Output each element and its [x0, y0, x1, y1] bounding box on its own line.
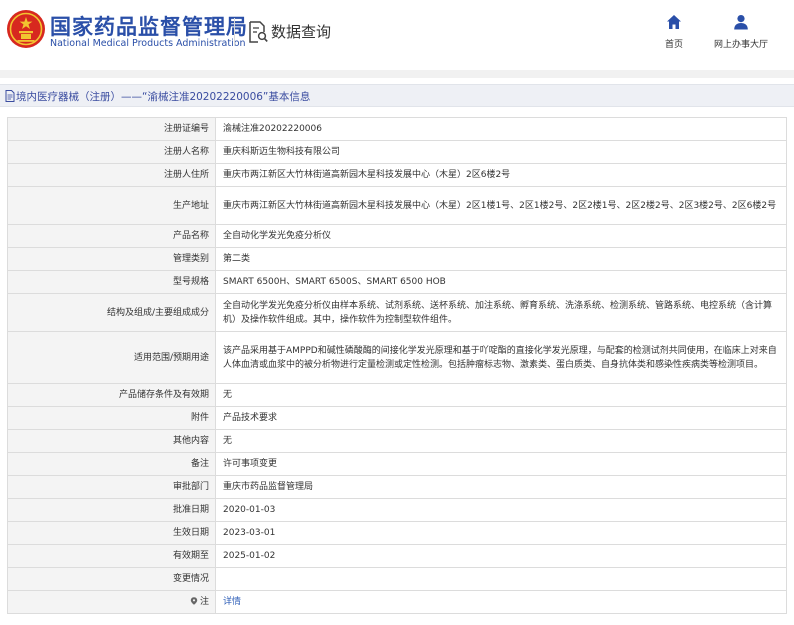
registration-info-table: 注册证编号 渝械注准20202220006 注册人名称 重庆科斯迈生物科技有限公… [7, 117, 787, 614]
table-row: 注 详情 [7, 590, 787, 614]
nav-online-service-button[interactable]: 网上办事大厅 [706, 14, 776, 54]
page-title: 境内医疗器械（注册）——“渝械注准20202220006”基本信息 [16, 91, 311, 103]
details-link[interactable]: 详情 [223, 597, 241, 607]
field-value: 许可事项变更 [215, 452, 787, 476]
marker-icon [190, 597, 198, 605]
table-row: 产品名称 全自动化学发光免疫分析仪 [7, 224, 787, 248]
section-title: 数据查询 [271, 23, 332, 41]
table-row: 生效日期 2023-03-01 [7, 521, 787, 545]
field-value: 第二类 [215, 247, 787, 271]
national-emblem-icon [7, 10, 45, 48]
note-label: 注 [199, 597, 209, 607]
document-search-icon [249, 21, 268, 43]
nav-home-button[interactable]: 首页 [654, 14, 694, 54]
table-row: 生产地址 重庆市两江新区大竹林街道高新园木星科技发展中心（木星）2区1楼1号、2… [7, 186, 787, 225]
home-icon [667, 15, 681, 29]
field-value: 产品技术要求 [215, 406, 787, 430]
document-icon [5, 90, 15, 102]
field-label: 注册证编号 [7, 117, 216, 141]
field-label: 适用范围/预期用途 [7, 331, 216, 384]
site-header: 国家药品监督管理局 National Medical Products Admi… [0, 0, 794, 66]
field-value: 2025-01-02 [215, 544, 787, 568]
table-row: 结构及组成/主要组成成分 全自动化学发光免疫分析仪由样本系统、试剂系统、送杯系统… [7, 293, 787, 332]
field-label: 产品名称 [7, 224, 216, 248]
field-value: 该产品采用基于AMPPD和碱性磷酸酶的间接化学发光原理和基于吖啶酯的直接化学发光… [215, 331, 787, 384]
nav-online-label: 网上办事大厅 [713, 40, 768, 50]
field-label: 结构及组成/主要组成成分 [7, 293, 216, 332]
field-label: 附件 [7, 406, 216, 430]
field-value: 2023-03-01 [215, 521, 787, 545]
field-value: 重庆市两江新区大竹林街道高新园木星科技发展中心（木星）2区1楼1号、2区1楼2号… [215, 186, 787, 225]
field-value: 无 [215, 429, 787, 453]
field-label: 管理类别 [7, 247, 216, 271]
field-label: 型号规格 [7, 270, 216, 294]
header-band [0, 70, 794, 78]
record-title-bar: 境内医疗器械（注册）——“渝械注准20202220006”基本信息 [0, 84, 794, 107]
user-icon [734, 15, 748, 30]
table-row: 批准日期 2020-01-03 [7, 498, 787, 522]
field-label: 注 [7, 590, 216, 614]
org-name-cn: 国家药品监督管理局 [50, 15, 248, 39]
field-value: 无 [215, 383, 787, 407]
table-row: 注册人住所 重庆市两江新区大竹林街道高新园木星科技发展中心（木星）2区6楼2号 [7, 163, 787, 187]
field-label: 注册人住所 [7, 163, 216, 187]
table-row: 产品储存条件及有效期 无 [7, 383, 787, 407]
field-value: 重庆市药品监督管理局 [215, 475, 787, 499]
field-value: 2020-01-03 [215, 498, 787, 522]
table-row: 附件 产品技术要求 [7, 406, 787, 430]
field-value: 重庆科斯迈生物科技有限公司 [215, 140, 787, 164]
org-name-en: National Medical Products Administration [50, 38, 246, 49]
field-label: 批准日期 [7, 498, 216, 522]
field-label: 产品储存条件及有效期 [7, 383, 216, 407]
table-row: 管理类别 第二类 [7, 247, 787, 271]
field-label: 变更情况 [7, 567, 216, 591]
table-row: 注册人名称 重庆科斯迈生物科技有限公司 [7, 140, 787, 164]
field-label: 审批部门 [7, 475, 216, 499]
table-row: 适用范围/预期用途 该产品采用基于AMPPD和碱性磷酸酶的间接化学发光原理和基于… [7, 331, 787, 384]
table-row: 注册证编号 渝械注准20202220006 [7, 117, 787, 141]
table-row: 其他内容 无 [7, 429, 787, 453]
table-row: 型号规格 SMART 6500H、SMART 6500S、SMART 6500 … [7, 270, 787, 294]
table-row: 变更情况 [7, 567, 787, 591]
field-value: SMART 6500H、SMART 6500S、SMART 6500 HOB [215, 270, 787, 294]
nav-home-label: 首页 [664, 40, 683, 50]
field-value [215, 567, 787, 591]
field-value: 全自动化学发光免疫分析仪 [215, 224, 787, 248]
field-label: 其他内容 [7, 429, 216, 453]
field-label: 生产地址 [7, 186, 216, 225]
table-row: 审批部门 重庆市药品监督管理局 [7, 475, 787, 499]
table-row: 备注 许可事项变更 [7, 452, 787, 476]
field-label: 注册人名称 [7, 140, 216, 164]
field-label: 生效日期 [7, 521, 216, 545]
field-label: 备注 [7, 452, 216, 476]
table-row: 有效期至 2025-01-02 [7, 544, 787, 568]
field-value: 重庆市两江新区大竹林街道高新园木星科技发展中心（木星）2区6楼2号 [215, 163, 787, 187]
field-value: 全自动化学发光免疫分析仪由样本系统、试剂系统、送杯系统、加注系统、孵育系统、洗涤… [215, 293, 787, 332]
field-label: 有效期至 [7, 544, 216, 568]
field-value: 渝械注准20202220006 [215, 117, 787, 141]
header-divider [234, 18, 235, 46]
